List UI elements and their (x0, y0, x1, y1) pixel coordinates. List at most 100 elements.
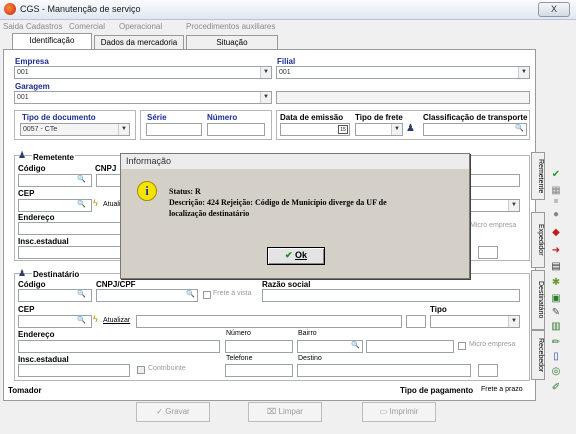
destinatario-codigo-lookup-icon[interactable]: 🔍 (76, 290, 87, 301)
pen-icon[interactable]: ✏ (549, 336, 563, 349)
garagem-label: Garagem (15, 82, 50, 91)
remetente-insc-input[interactable] (18, 246, 122, 259)
destinatario-cep-lookup-icon[interactable]: 🔍 (76, 316, 87, 327)
filial-select[interactable]: 001 (276, 66, 530, 79)
classificacao-input[interactable] (423, 123, 527, 136)
destinatario-tipo-dropdown-icon[interactable]: ▼ (508, 316, 519, 327)
remetente-person-icon: ♟ (18, 150, 27, 160)
destinatario-numero-input[interactable] (225, 340, 293, 353)
garagem-select[interactable]: 001 (14, 91, 272, 104)
destinatario-atualizar-button[interactable]: Atualizar (103, 317, 130, 324)
destinatario-cnpj-label: CNPJ/CPF (96, 280, 136, 289)
imprimir-button[interactable]: ▭ Imprimir (362, 402, 436, 422)
dialog-status: Status: R (169, 187, 201, 196)
person-icon[interactable]: ♟ (406, 123, 419, 136)
binoculars-icon[interactable]: 🔍 (514, 124, 525, 135)
close-button[interactable]: X (538, 2, 570, 17)
empresa-dropdown-icon[interactable]: ▼ (260, 67, 271, 78)
contribuinte-checkbox[interactable] (137, 366, 145, 374)
destinatario-codigo-label: Código (18, 280, 46, 289)
eraser-icon[interactable]: ◆ (549, 226, 563, 239)
destinatario-bairro-label: Bairro (298, 330, 317, 337)
filial-dropdown-icon[interactable]: ▼ (518, 67, 529, 78)
arrow-icon[interactable]: ➜ (549, 244, 563, 257)
pencil-icon[interactable]: ✐ (549, 381, 563, 394)
contribuinte-label: Contribuinte (148, 365, 186, 372)
remetente-razao-input[interactable] (470, 174, 520, 187)
empresa-select[interactable]: 001 (14, 66, 272, 79)
tab-situacao[interactable]: Situação (186, 35, 278, 49)
destinatario-uf-input[interactable] (406, 315, 426, 328)
destinatario-cnpj-input[interactable] (96, 289, 198, 302)
destinatario-destino-uf-input[interactable] (478, 364, 498, 377)
limpar-button[interactable]: ⌧ Limpar (248, 402, 322, 422)
remetente-tipo-dropdown-icon[interactable]: ▼ (508, 200, 519, 211)
remetente-cnpj-input[interactable] (96, 174, 122, 187)
doc-icon[interactable]: ▤ (549, 260, 563, 273)
tab-dados-mercadoria[interactable]: Dados da mercadoria (94, 35, 184, 49)
imprimir-label: Imprimir (389, 407, 419, 416)
puzzle-icon[interactable]: ✱ (549, 276, 563, 289)
destinatario-destino-input[interactable] (297, 364, 471, 377)
micro-empresa-checkbox[interactable] (458, 342, 466, 350)
side-tab-remetente[interactable]: Remetente (531, 152, 545, 200)
menu-operacional[interactable]: Operacional (119, 22, 162, 31)
info-dialog: Informação i Status: R Descrição: 424 Re… (120, 153, 470, 279)
destinatario-insc-input[interactable] (18, 364, 130, 377)
remetente-codigo-lookup-icon[interactable]: 🔍 (76, 175, 87, 186)
remetente-atualizar-button[interactable]: Atuali (103, 201, 121, 208)
tab-identificacao[interactable]: Identificação (12, 33, 92, 49)
remetente-codigo-label: Código (18, 164, 46, 173)
destinatario-person-icon: ♟ (18, 268, 27, 278)
destinatario-bairro-lookup-icon[interactable]: 🔍 (350, 341, 361, 352)
frete-vista-checkbox[interactable] (203, 291, 211, 299)
menu-procedimentos[interactable]: Procedimentos auxiliares (186, 22, 275, 31)
card-icon[interactable]: ✎ (549, 306, 563, 319)
tipo-frete-dropdown-icon[interactable]: ▼ (391, 124, 402, 135)
empresa-label: Empresa (15, 57, 49, 66)
destinatario-refresh-icon[interactable]: ϟ (93, 314, 98, 324)
calendar-icon[interactable]: 15 (338, 125, 348, 134)
remetente-cep-lookup-icon[interactable]: 🔍 (76, 200, 87, 211)
tipo-doc-dropdown-icon[interactable]: ▼ (118, 124, 129, 135)
serie-input[interactable] (146, 123, 202, 136)
gravar-button[interactable]: ✓ Gravar (136, 402, 210, 422)
ok-button[interactable]: ✔ Ok (267, 247, 325, 265)
book-icon[interactable]: ▯ (549, 350, 563, 363)
remetente-cnpj-label: CNPJ (95, 164, 117, 173)
menu-comercial[interactable]: Comercial (69, 22, 105, 31)
frete-vista-label: Frete à vista (213, 290, 252, 297)
remetente-extra-input[interactable] (478, 246, 498, 259)
printer-icon: ▭ (379, 407, 390, 416)
destinatario-destino-label: Destino (298, 355, 322, 362)
tipo-doc-label: Tipo de documento (22, 113, 96, 122)
remetente-insc-label: Insc.estadual (18, 237, 69, 246)
side-tab-recebedor[interactable]: Recebedor (531, 330, 545, 380)
destinatario-bairro-desc-input (366, 340, 454, 353)
side-tab-destinatario[interactable]: Destinatário (531, 270, 545, 330)
destinatario-razao-input[interactable] (262, 289, 520, 302)
limpar-label: Limpar (278, 407, 303, 416)
destinatario-telefone-input[interactable] (225, 364, 293, 377)
side-tab-expedidor[interactable]: Expedidor (531, 212, 545, 268)
numero-input[interactable] (207, 123, 265, 136)
menu-cadastros[interactable]: Cadastros (26, 22, 62, 31)
destinatario-endereco-input[interactable] (18, 340, 220, 353)
check2-icon[interactable]: ▣ (549, 292, 563, 305)
destinatario-insc-label: Insc.estadual (18, 355, 69, 364)
doc2-icon[interactable]: ▥ (549, 320, 563, 333)
destinatario-tipo-select[interactable] (430, 315, 520, 328)
check-icon[interactable]: ✔ (549, 168, 563, 181)
circle-icon[interactable]: ● (549, 208, 563, 221)
remetente-refresh-icon[interactable]: ϟ (93, 198, 98, 208)
destinatario-cidade-input[interactable] (136, 315, 402, 328)
dialog-description: Descrição: 424 Rejeição: Código de Munic… (169, 198, 387, 207)
remetente-endereco-input[interactable] (18, 222, 122, 235)
globe-icon[interactable]: ◎ (549, 365, 563, 378)
destinatario-razao-label: Razão social (262, 280, 311, 289)
destinatario-cnpj-lookup-icon[interactable]: 🔍 (185, 290, 196, 301)
tipo-doc-select[interactable]: 0057 - CTe (20, 123, 130, 136)
garagem-dropdown-icon[interactable]: ▼ (260, 92, 271, 103)
menu-saida[interactable]: Saida (3, 22, 23, 31)
data-emissao-label: Data de emissão (280, 113, 344, 122)
